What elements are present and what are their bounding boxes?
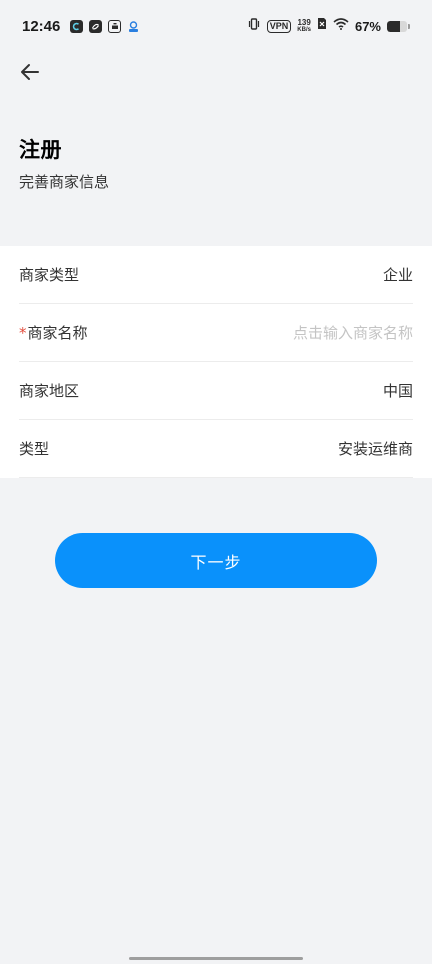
no-sim-icon [317, 17, 327, 35]
merchant-region-label: 商家地区 [19, 382, 80, 400]
page-title: 注册 [19, 138, 62, 162]
merchant-name-label: 商家名称 [27, 324, 88, 342]
back-button[interactable] [12, 56, 48, 92]
required-mark: * [19, 323, 27, 342]
merchant-region-row[interactable]: 商家地区 中国 [19, 362, 413, 420]
wifi-icon [333, 17, 349, 35]
battery-percent: 67% [354, 18, 381, 34]
mascot-app-icon [127, 20, 140, 33]
merchant-name-label-wrap: * 商家名称 [19, 322, 88, 343]
merchant-name-input[interactable] [213, 323, 413, 342]
home-indicator[interactable] [129, 957, 303, 960]
net-speed-value: 139 [297, 17, 311, 27]
merchant-type-value: 企业 [382, 266, 413, 284]
merchant-type-row[interactable]: 商家类型 企业 [19, 246, 413, 304]
battery-fill [387, 20, 401, 32]
category-value: 安装运维商 [337, 440, 413, 458]
category-label: 类型 [19, 440, 50, 458]
category-row[interactable]: 类型 安装运维商 [19, 420, 413, 478]
page-subtitle: 完善商家信息 [19, 173, 110, 191]
merchant-type-label: 商家类型 [19, 266, 80, 284]
c-app-icon [70, 19, 84, 33]
merchant-region-value: 中国 [382, 382, 413, 400]
status-bar-left: 12:46 [22, 18, 140, 35]
vibrate-icon [247, 17, 261, 35]
arrow-left-icon [19, 61, 41, 87]
status-time: 12:46 [22, 17, 61, 35]
net-speed-unit: KB/s [297, 26, 311, 33]
status-bar-right: VPN 139 KB/s 67% [247, 17, 410, 35]
swirl-app-icon [89, 19, 103, 33]
box-app-icon [108, 19, 122, 33]
merchant-name-row: * 商家名称 [19, 304, 413, 362]
vpn-badge: VPN [266, 19, 292, 33]
battery-icon [387, 20, 407, 32]
merchant-form: 商家类型 企业 * 商家名称 商家地区 中国 类型 安装运维商 [0, 246, 432, 478]
net-speed: 139 KB/s [297, 17, 311, 34]
status-bar: 12:46 VPN 139 KB/s 67% [0, 0, 432, 52]
next-step-button[interactable]: 下一步 [55, 533, 377, 588]
battery-tip [408, 23, 410, 29]
